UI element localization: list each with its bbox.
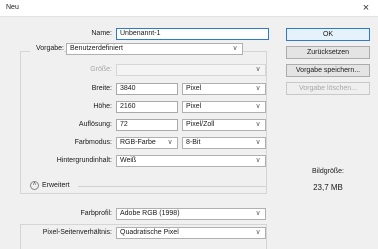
farbmodus-depth-value: 8-Bit [186,139,201,146]
erweitert-label[interactable]: Erweitert [42,182,70,189]
pixelverhaeltnis-select[interactable]: Quadratische Pixel ∨ [116,227,266,239]
delete-preset-button: Vorgabe löschen... [286,82,370,95]
farbprofil-label: Farbprofil: [80,210,112,217]
expand-collapse-icon[interactable]: ˄ [30,181,39,190]
farbmodus-value: RGB-Farbe [120,139,156,146]
pixelverhaeltnis-label: Pixel-Seitenverhältnis: [26,229,112,236]
aufloesung-unit-value: Pixel/Zoll [186,121,215,128]
hintergrund-value: Weiß [120,157,137,164]
reset-button[interactable]: Zurücksetzen [286,46,370,59]
vorgabe-select[interactable]: Benutzerdefiniert ∨ [66,43,243,55]
breite-unit-value: Pixel [186,85,202,92]
breite-label: Breite: [91,85,112,92]
farbmodus-label: Farbmodus: [74,139,112,146]
aufloesung-input[interactable]: 72 [116,119,178,131]
groesse-label: Größe: [90,66,112,73]
vorgabe-value: Benutzerdefiniert [70,45,123,52]
breite-unit-select[interactable]: Pixel ∨ [182,83,266,95]
save-preset-button[interactable]: Vorgabe speichern... [286,64,370,77]
chevron-down-icon: ∨ [255,157,261,164]
vorgabe-label: Vorgabe: [30,45,64,52]
chevron-down-icon: ∨ [167,139,173,146]
hoehe-input[interactable]: 2160 [116,101,178,113]
chevron-down-icon: ∨ [255,66,261,73]
aufloesung-unit-select[interactable]: Pixel/Zoll ∨ [182,119,266,131]
pixelverhaeltnis-value: Quadratische Pixel [120,229,179,236]
window-title: Neu [6,4,19,11]
chevron-down-icon: ∨ [255,210,261,217]
hoehe-unit-select[interactable]: Pixel ∨ [182,101,266,113]
image-size-value: 23,7 MB [313,183,343,192]
hintergrund-label: Hintergrundinhalt: [56,157,112,164]
name-label: Name: [91,30,112,37]
chevron-down-icon: ∨ [232,45,238,52]
chevron-down-icon: ∨ [255,85,261,92]
hintergrund-select[interactable]: Weiß ∨ [116,155,266,167]
chevron-down-icon: ∨ [255,139,261,146]
aufloesung-label: Auflösung: [78,121,112,128]
hoehe-unit-value: Pixel [186,103,202,110]
ok-button[interactable]: OK [286,28,370,41]
chevron-down-icon: ∨ [255,121,261,128]
chevron-down-icon: ∨ [255,229,261,236]
farbprofil-select[interactable]: Adobe RGB (1998) ∨ [116,208,266,220]
section-divider [78,186,266,187]
breite-input[interactable]: 3840 [116,83,178,95]
farbprofil-value: Adobe RGB (1998) [120,210,180,217]
groesse-select: ∨ [116,64,266,76]
farbmodus-select[interactable]: RGB-Farbe ∨ [116,137,178,149]
close-icon[interactable]: × [360,2,372,14]
hoehe-label: Höhe: [93,103,112,110]
image-size-label: Bildgröße: [312,168,344,175]
farbmodus-depth-select[interactable]: 8-Bit ∨ [182,137,266,149]
name-input[interactable]: Unbenannt-1 [116,28,269,40]
chevron-down-icon: ∨ [255,103,261,110]
